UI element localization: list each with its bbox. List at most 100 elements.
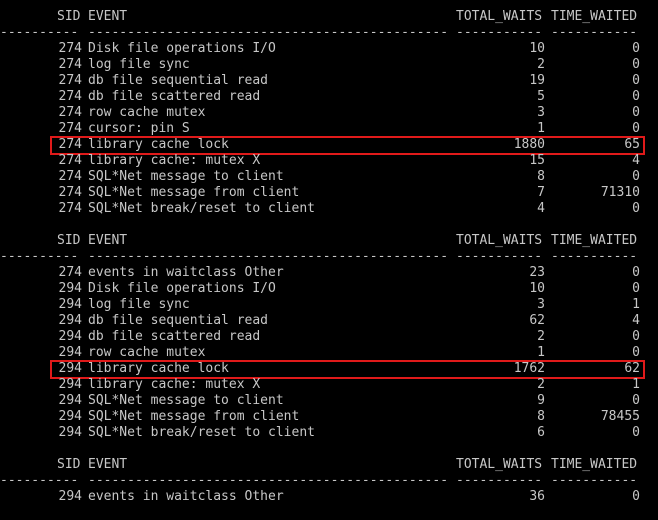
table-row: 294 SQL*Net message to client 9 0 <box>0 393 658 409</box>
cell-time-waited: 0 <box>632 281 640 296</box>
cell-sid: 274 <box>58 89 82 104</box>
cell-total-waits: 10 <box>529 41 545 56</box>
column-header-row: SID EVENT TOTAL_WAITS TIME_WAITED <box>0 457 658 473</box>
cell-sid: 294 <box>58 409 82 424</box>
table-row: 274 events in waitclass Other 23 0 <box>0 265 658 281</box>
cell-sid: 294 <box>58 313 82 328</box>
table-row: 294 log file sync 3 1 <box>0 297 658 313</box>
cell-event: events in waitclass Other <box>88 265 284 280</box>
separator-time-waited: ----------- <box>551 473 638 488</box>
cell-time-waited: 0 <box>632 105 640 120</box>
cell-event: row cache mutex <box>88 345 206 360</box>
table-row: 274 db file sequential read 19 0 <box>0 73 658 89</box>
cell-total-waits: 8 <box>537 409 545 424</box>
cell-time-waited: 0 <box>632 169 640 184</box>
cell-total-waits: 5 <box>537 89 545 104</box>
cell-sid: 294 <box>58 377 82 392</box>
cell-total-waits: 23 <box>529 265 545 280</box>
separator-row: ---------- ------------------------------… <box>0 473 658 489</box>
header-time-waited: TIME_WAITED <box>551 233 638 248</box>
cell-time-waited: 0 <box>632 89 640 104</box>
separator-event: ----------------------------------------… <box>88 473 448 488</box>
header-time-waited: TIME_WAITED <box>551 457 638 472</box>
cell-sid: 274 <box>58 57 82 72</box>
separator-total-waits: ----------- <box>456 473 543 488</box>
cell-sid: 274 <box>58 73 82 88</box>
column-header-row: SID EVENT TOTAL_WAITS TIME_WAITED <box>0 233 658 249</box>
table-row: 274 SQL*Net message to client 8 0 <box>0 169 658 185</box>
separator-row: ---------- ------------------------------… <box>0 25 658 41</box>
cell-event: SQL*Net message from client <box>88 409 300 424</box>
cell-time-waited: 71310 <box>600 185 640 200</box>
header-sid: SID <box>57 457 81 472</box>
cell-sid: 294 <box>58 329 82 344</box>
cell-total-waits: 4 <box>537 201 545 216</box>
cell-total-waits: 7 <box>537 185 545 200</box>
cell-sid: 274 <box>58 41 82 56</box>
cell-total-waits: 6 <box>537 425 545 440</box>
cell-time-waited: 0 <box>632 425 640 440</box>
separator-sid: ---------- <box>0 249 79 264</box>
cell-event: log file sync <box>88 297 190 312</box>
cell-time-waited: 0 <box>632 393 640 408</box>
cell-total-waits: 2 <box>537 329 545 344</box>
column-header-row: SID EVENT TOTAL_WAITS TIME_WAITED <box>0 9 658 25</box>
cell-time-waited: 4 <box>632 313 640 328</box>
separator-sid: ---------- <box>0 473 79 488</box>
header-event: EVENT <box>88 9 128 24</box>
table-row: 274 row cache mutex 3 0 <box>0 105 658 121</box>
cell-sid: 294 <box>58 425 82 440</box>
cell-event: cursor: pin S <box>88 121 190 136</box>
cell-total-waits: 8 <box>537 169 545 184</box>
table-row: 294 db file scattered read 2 0 <box>0 329 658 345</box>
separator-event: ----------------------------------------… <box>88 249 448 264</box>
cell-time-waited: 78455 <box>600 409 640 424</box>
cell-total-waits: 19 <box>529 73 545 88</box>
separator-total-waits: ----------- <box>456 25 543 40</box>
separator-event: ----------------------------------------… <box>88 25 448 40</box>
separator-sid: ---------- <box>0 25 79 40</box>
cell-time-waited: 1 <box>632 297 640 312</box>
cell-sid: 294 <box>58 489 82 504</box>
header-total-waits: TOTAL_WAITS <box>456 233 543 248</box>
table-row: 294 db file sequential read 62 4 <box>0 313 658 329</box>
separator-row: ---------- ------------------------------… <box>0 249 658 265</box>
cell-event: db file sequential read <box>88 73 269 88</box>
cell-event: db file scattered read <box>88 329 261 344</box>
cell-time-waited: 0 <box>632 345 640 360</box>
cell-sid: 294 <box>58 281 82 296</box>
cell-time-waited: 0 <box>632 73 640 88</box>
cell-time-waited: 0 <box>632 41 640 56</box>
cell-total-waits: 15 <box>529 153 545 168</box>
cell-sid: 274 <box>58 153 82 168</box>
cell-event: SQL*Net break/reset to client <box>88 425 315 440</box>
cell-total-waits: 2 <box>537 377 545 392</box>
cell-event: SQL*Net message to client <box>88 169 284 184</box>
cell-sid: 274 <box>58 265 82 280</box>
table-row: 274 library cache: mutex X 15 4 <box>0 153 658 169</box>
separator-time-waited: ----------- <box>551 249 638 264</box>
header-sid: SID <box>57 233 81 248</box>
cell-event: events in waitclass Other <box>88 489 284 504</box>
cell-sid: 274 <box>58 185 82 200</box>
header-total-waits: TOTAL_WAITS <box>456 457 543 472</box>
header-event: EVENT <box>88 457 128 472</box>
cell-event: SQL*Net message from client <box>88 185 300 200</box>
cell-event: db file scattered read <box>88 89 261 104</box>
cell-total-waits: 62 <box>529 313 545 328</box>
table-row: 294 Disk file operations I/O 10 0 <box>0 281 658 297</box>
cell-event: library cache: mutex X <box>88 377 261 392</box>
cell-time-waited: 0 <box>632 265 640 280</box>
cell-event: library cache: mutex X <box>88 153 261 168</box>
header-time-waited: TIME_WAITED <box>551 9 638 24</box>
cell-sid: 294 <box>58 297 82 312</box>
cell-total-waits: 9 <box>537 393 545 408</box>
cell-time-waited: 0 <box>632 57 640 72</box>
cell-event: Disk file operations I/O <box>88 281 276 296</box>
header-event: EVENT <box>88 233 128 248</box>
table-row: 274 SQL*Net break/reset to client 4 0 <box>0 201 658 217</box>
table-row: 274 log file sync 2 0 <box>0 57 658 73</box>
cell-time-waited: 0 <box>632 489 640 504</box>
cell-sid: 274 <box>58 201 82 216</box>
table-row: 294 SQL*Net break/reset to client 6 0 <box>0 425 658 441</box>
